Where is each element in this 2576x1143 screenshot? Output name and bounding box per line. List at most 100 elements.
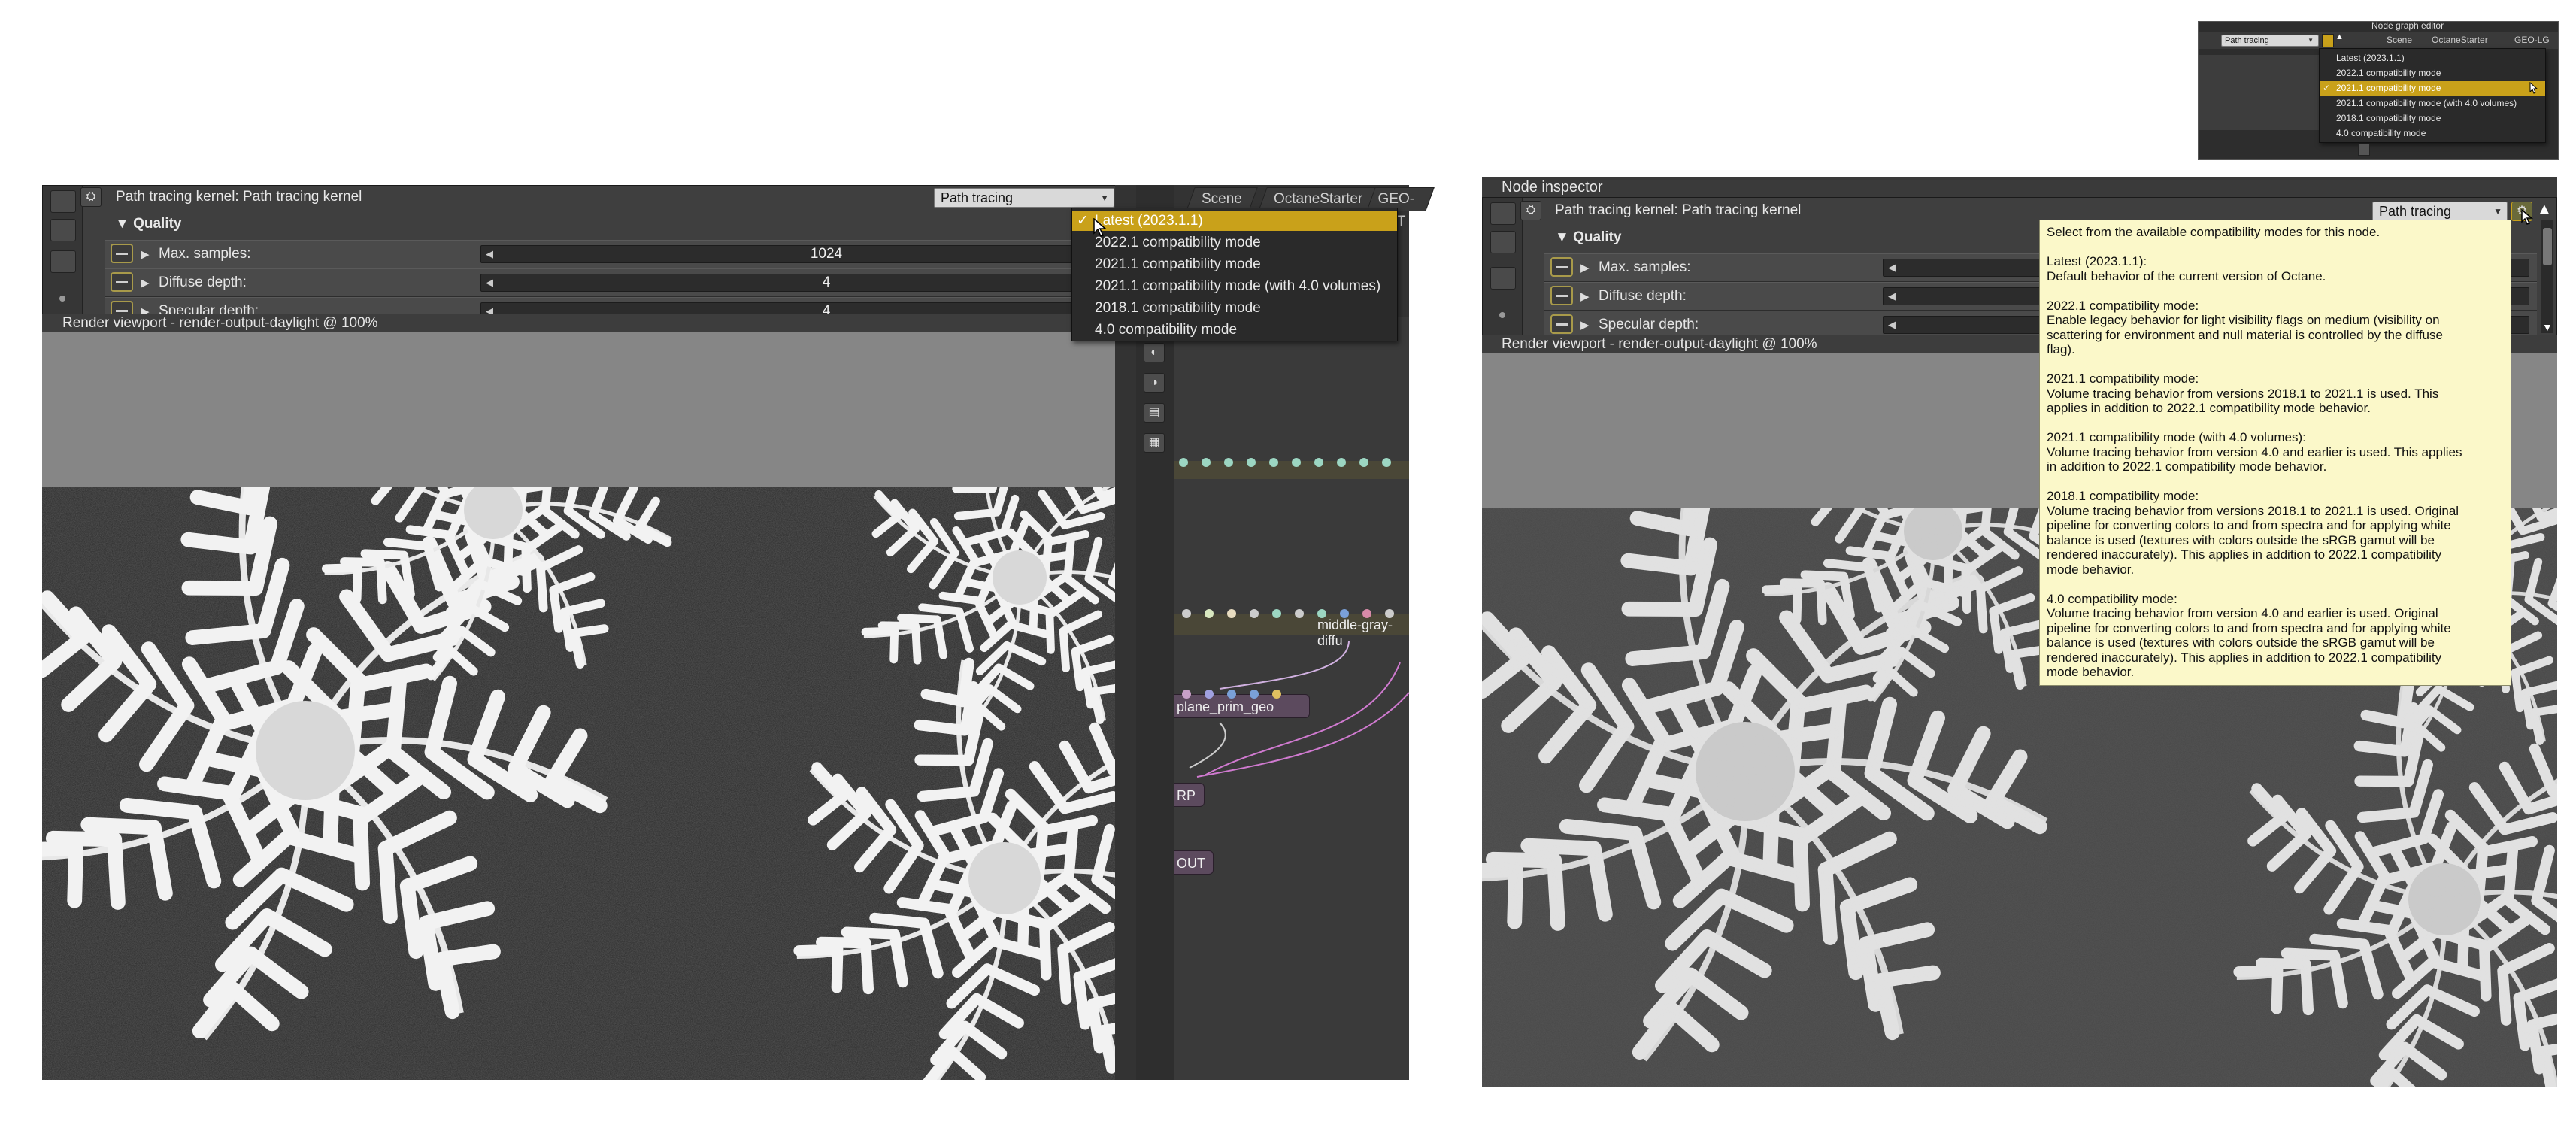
dropdown-item-2021[interactable]: 2021.1 compatibility mode [1072, 255, 1397, 274]
inset-item-2018[interactable]: 2018.1 compatibility mode [2320, 111, 2545, 126]
node-icon[interactable]: ⛭ [80, 187, 102, 207]
inset-eject-icon[interactable]: ▲ [2335, 32, 2344, 41]
fern-render [42, 487, 1115, 1080]
inset-tab-octanestarter[interactable]: OctaneStarter [2432, 35, 2488, 45]
pin-icon[interactable] [111, 272, 133, 292]
graph-grid-icon[interactable]: ▦ [1144, 433, 1165, 453]
graph-area: middle-gray-diffu plane_prim_geo RP OUT [1174, 317, 1409, 1080]
expand-icon[interactable]: ▶ [1580, 261, 1590, 274]
node-inspector-header: Node inspector [1482, 177, 2557, 198]
render-icon[interactable] [50, 190, 76, 213]
expand-icon[interactable]: ▶ [141, 276, 150, 290]
slider-value: 1024 [810, 246, 843, 262]
inset-tab-geo[interactable]: GEO-LG [2514, 35, 2550, 45]
node-icon[interactable]: ⛭ [1520, 201, 1541, 220]
chevron-down-icon: ▼ [2493, 206, 2502, 217]
inset-param-rows [2199, 55, 2319, 130]
graph-tool-2[interactable]: ◑ [1144, 373, 1165, 393]
mouse-cursor-icon [1093, 218, 1107, 237]
max-samples-slider[interactable]: ◀ 1024 [480, 245, 1172, 263]
diffuse-depth-slider[interactable]: ◀ 4 [480, 274, 1172, 292]
kernel-type-combo-label: Path tracing [941, 190, 1014, 205]
kernel-type-combo[interactable]: Path tracing ▼ [934, 188, 1114, 208]
tooltip-entry-2021: 2021.1 compatibility mode: Volume tracing… [2047, 371, 2439, 415]
pin-icon[interactable] [1550, 257, 1573, 277]
inset-tabs: Scene OctaneStarter GEO-LG [2379, 35, 2558, 47]
param-label: Specular depth: [1599, 317, 1699, 332]
param-label: Diffuse depth: [159, 274, 247, 290]
checkmark-icon: ✓ [2323, 83, 2331, 93]
param-label: Max. samples: [159, 246, 251, 262]
image-icon[interactable] [50, 250, 76, 273]
tool-strip [43, 186, 83, 314]
render-icon[interactable] [1490, 202, 1516, 225]
pin-icon[interactable] [1550, 314, 1573, 334]
node-plane-prim-label: plane_prim_geo [1177, 699, 1274, 714]
tooltip-intro: Select from the available compatibility … [2047, 225, 2381, 239]
panel-title: Node inspector [1502, 179, 1603, 196]
tooltip-entry-2018: 2018.1 compatibility mode: Volume tracing… [2047, 489, 2459, 577]
node-out-label: OUT [1177, 856, 1205, 871]
decrement-icon[interactable]: ◀ [1888, 317, 1896, 333]
kernel-type-combo[interactable]: Path tracing ▼ [2372, 202, 2508, 221]
render-viewport[interactable] [42, 332, 1115, 1080]
inset-item-latest[interactable]: Latest (2023.1.1) [2320, 51, 2545, 65]
kernel-title: Path tracing kernel: Path tracing kernel [1555, 202, 1802, 218]
settings-icon[interactable] [1490, 231, 1516, 253]
expand-icon[interactable]: ▶ [1580, 290, 1590, 303]
inset-screenshot: Node graph editor Path tracing ▼ ▲ Scene … [2198, 21, 2559, 160]
pin-icon[interactable] [1550, 286, 1573, 305]
checkmark-icon: ✓ [1077, 213, 1089, 229]
decrement-icon[interactable]: ◀ [1888, 259, 1896, 276]
slider-value: 4 [822, 303, 831, 314]
expand-icon[interactable]: ▶ [141, 305, 150, 314]
render-image [42, 487, 1115, 1080]
inset-item-2021[interactable]: ✓ 2021.1 compatibility mode [2320, 81, 2545, 96]
graph-tool-3[interactable]: ▤ [1144, 403, 1165, 423]
expand-icon[interactable]: ▶ [141, 247, 150, 261]
inset-item-2021-vol[interactable]: 2021.1 compatibility mode (with 4.0 volu… [2320, 96, 2545, 111]
pin-icon[interactable] [111, 244, 133, 263]
tooltip-entry-2021-vol: 2021.1 compatibility mode (with 4.0 volu… [2047, 430, 2462, 474]
scrollbar[interactable]: ▼ [2541, 220, 2553, 333]
scroll-down-icon[interactable]: ▼ [2542, 321, 2553, 333]
eject-icon[interactable]: ▲ [2537, 201, 2552, 218]
right-screenshot: Node inspector ⛭ Path tracing kernel: Pa… [1482, 177, 2557, 1087]
decrement-icon[interactable]: ◀ [1888, 288, 1896, 305]
scrollbar-thumb[interactable] [2543, 228, 2552, 265]
dropdown-item-2022[interactable]: 2022.1 compatibility mode [1072, 233, 1397, 253]
slider-value: 4 [822, 274, 831, 290]
inset-item-2022[interactable]: 2022.1 compatibility mode [2320, 66, 2545, 80]
node-out[interactable]: OUT [1174, 850, 1214, 875]
dropdown-item-2021-vol[interactable]: 2021.1 compatibility mode (with 4.0 volu… [1072, 277, 1397, 296]
node-rp-label: RP [1177, 788, 1196, 803]
param-label: Specular depth: [159, 303, 259, 314]
inset-tab-scene[interactable]: Scene [2387, 35, 2412, 45]
node-plane-pins [1182, 690, 1281, 699]
inset-item-4[interactable]: 4.0 compatibility mode [2320, 126, 2545, 141]
mouse-cursor-icon [2521, 209, 2533, 225]
image-icon[interactable] [1490, 267, 1516, 290]
tooltip-entry-4: 4.0 compatibility mode: Volume tracing be… [2047, 591, 2451, 680]
chevron-down-icon: ▼ [1100, 193, 1109, 203]
quality-section[interactable]: ▼ Quality [1555, 226, 1622, 249]
dropdown-item-latest[interactable]: ✓ Latest (2023.1.1) [1072, 211, 1397, 231]
inset-dropdown: Latest (2023.1.1) 2022.1 compatibility m… [2319, 48, 2546, 143]
inset-kernel-combo[interactable]: Path tracing ▼ [2221, 35, 2319, 47]
dropdown-item-2018[interactable]: 2018.1 compatibility mode [1072, 299, 1397, 318]
inset-compat-icon[interactable] [2322, 34, 2334, 47]
kernel-title: Path tracing kernel: Path tracing kernel [116, 189, 362, 205]
expand-icon[interactable]: ▶ [1580, 318, 1590, 332]
quality-section[interactable]: ▼ Quality [115, 213, 182, 235]
quality-label: Quality [133, 216, 182, 232]
pin-icon[interactable] [111, 301, 133, 314]
node-graph-tabs: Scene OctaneStarter GEO-LGT [1186, 187, 1435, 229]
dropdown-item-4[interactable]: 4.0 compatibility mode [1072, 320, 1397, 340]
node-rp[interactable]: RP [1174, 783, 1205, 807]
settings-icon[interactable] [50, 219, 76, 241]
specular-depth-slider[interactable]: ◀ 4 [480, 302, 1172, 314]
inset-graph-icon [2358, 144, 2370, 156]
mouse-cursor-icon [2529, 82, 2538, 94]
graph-tool-1[interactable]: ◐ [1144, 343, 1165, 362]
inset-graph-title: Node graph editor [2371, 21, 2444, 31]
